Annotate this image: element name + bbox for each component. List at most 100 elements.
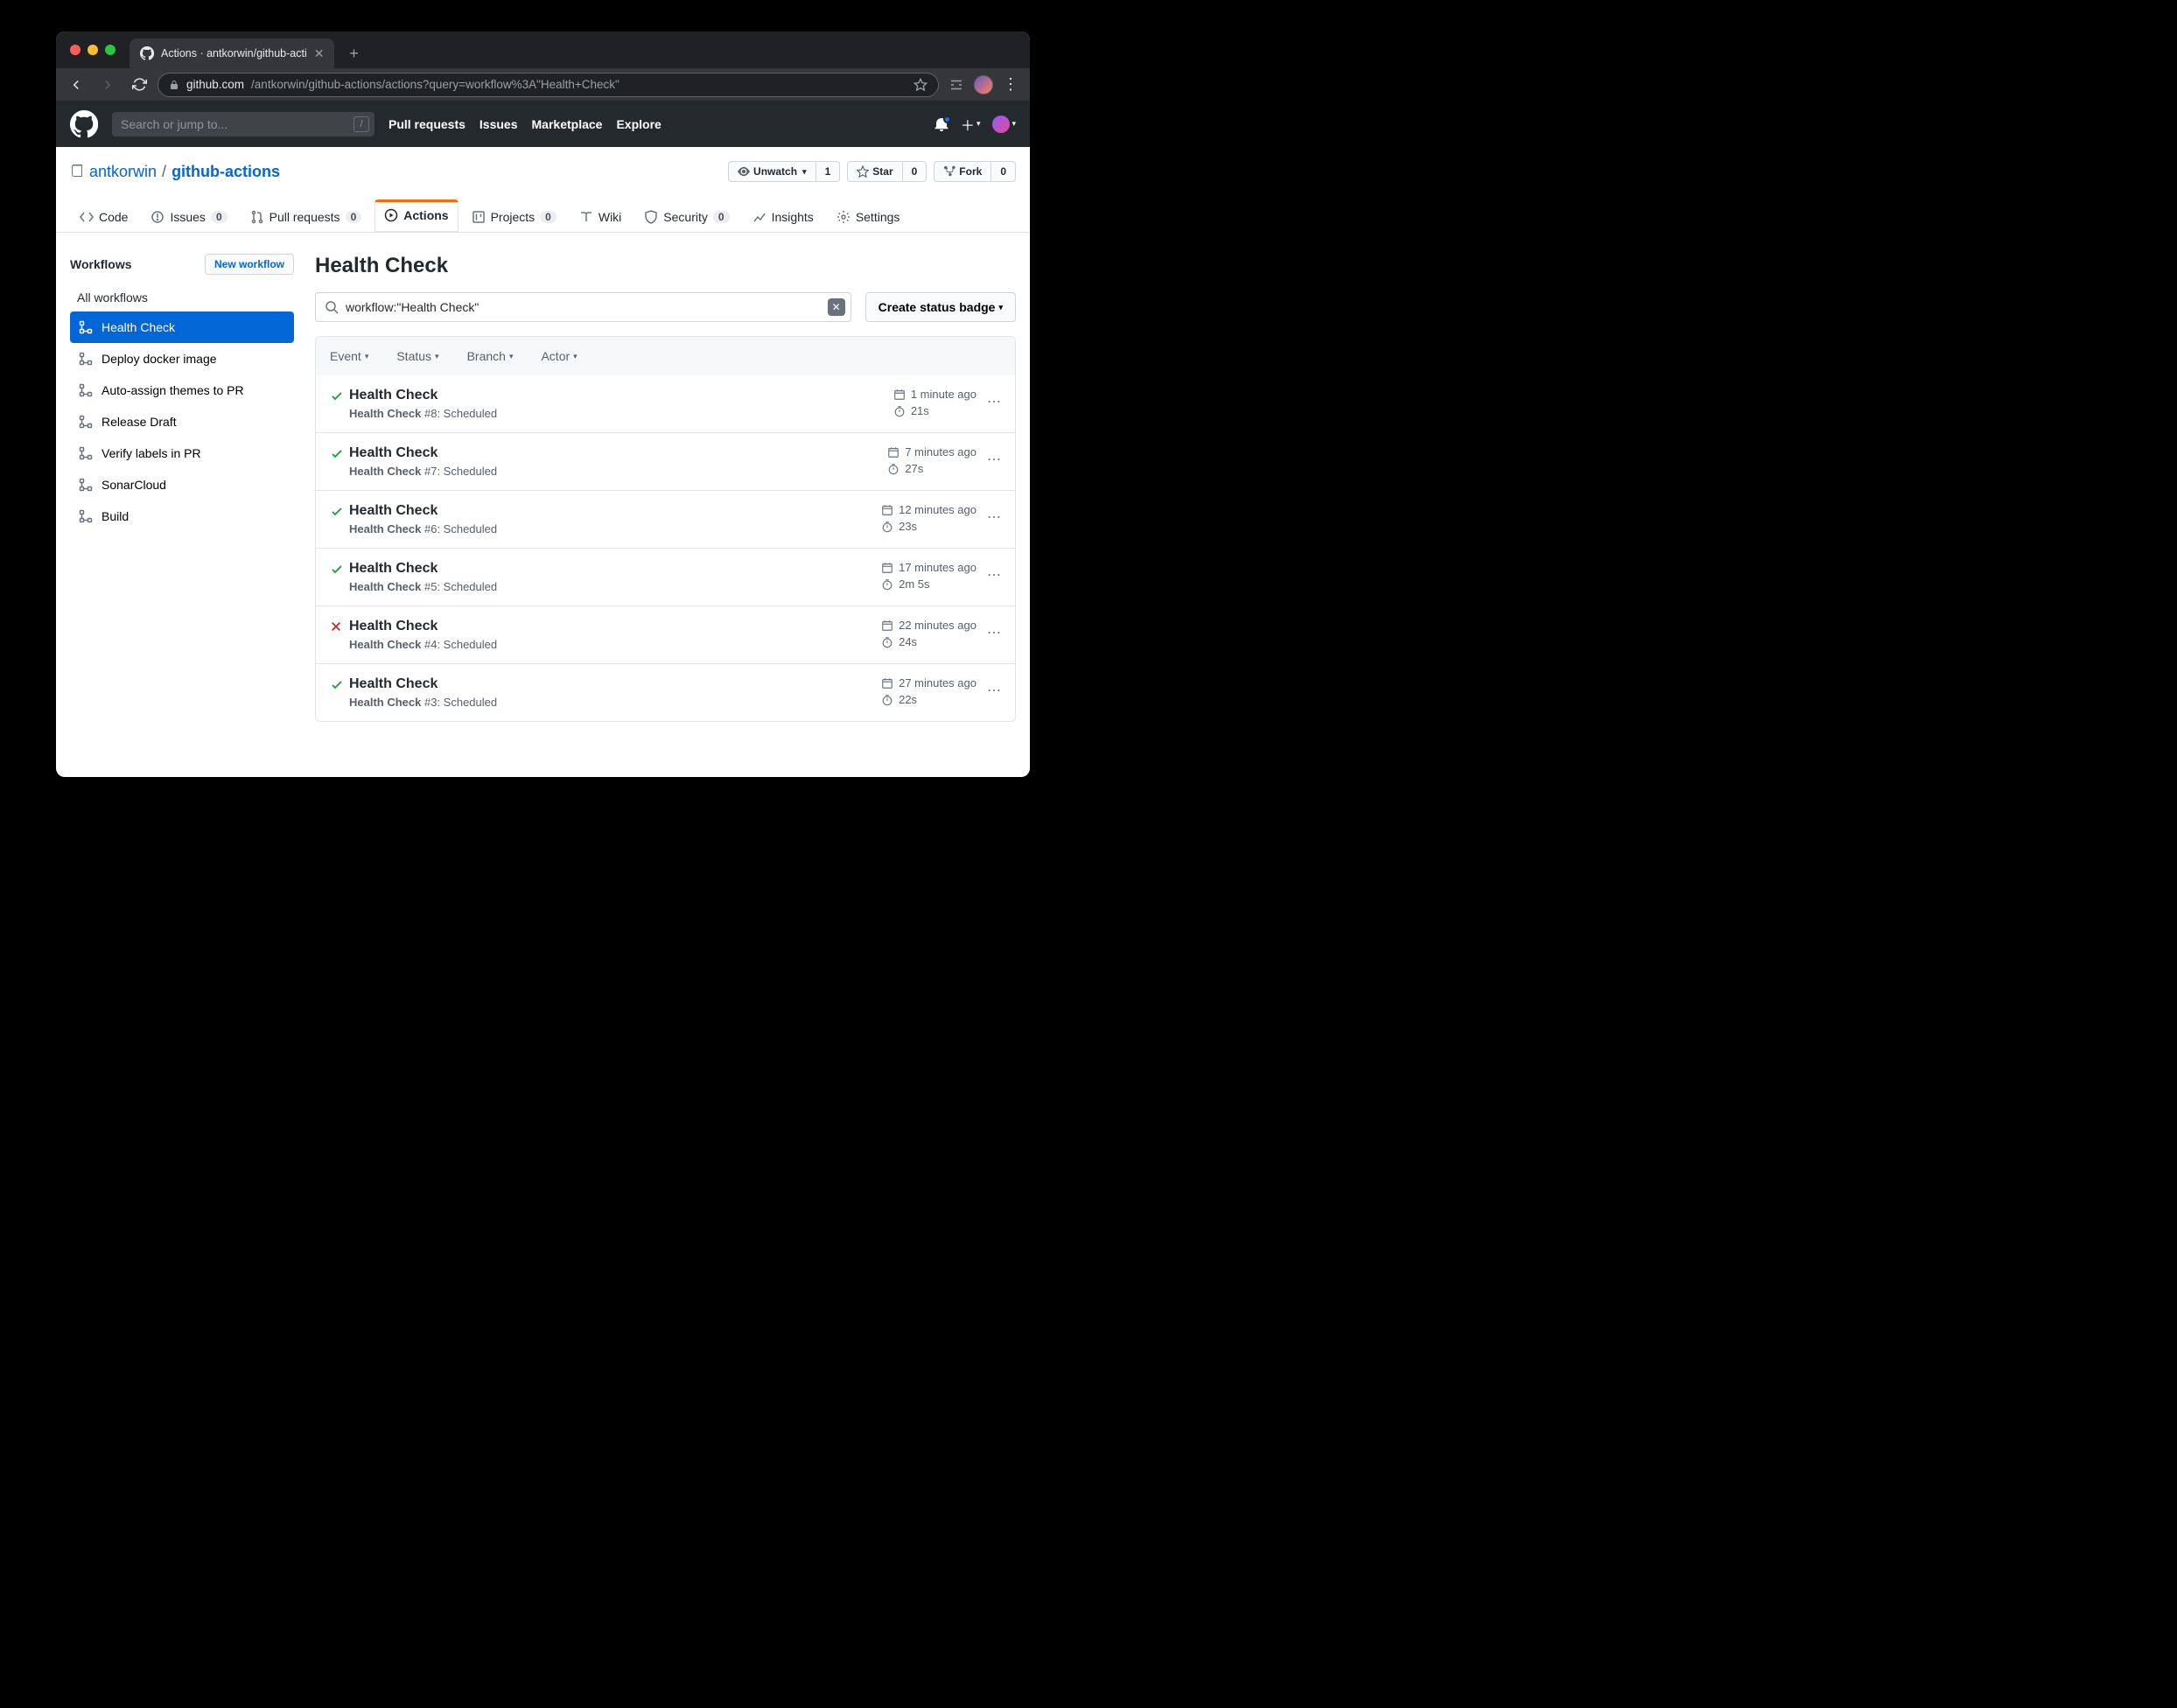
run-meta: 17 minutes ago2m 5s <box>881 561 976 591</box>
sidebar-workflow-item[interactable]: Auto-assign themes to PR <box>70 374 294 406</box>
close-tab-icon[interactable]: ✕ <box>314 46 325 61</box>
tab-settings[interactable]: Settings <box>827 200 910 233</box>
run-title: Health Check <box>349 503 881 519</box>
tab-insights[interactable]: Insights <box>743 200 823 233</box>
workflow-run[interactable]: Health CheckHealth Check #7: Scheduled7 … <box>316 432 1015 490</box>
tab-issues[interactable]: Issues 0 <box>141 200 236 233</box>
browser-tab[interactable]: Actions · antkorwin/github-acti ✕ <box>130 38 334 68</box>
fork-count: 0 <box>991 162 1015 181</box>
security-count: 0 <box>713 211 730 223</box>
nav-marketplace[interactable]: Marketplace <box>532 117 603 131</box>
run-subtitle: Health Check #4: Scheduled <box>349 638 881 651</box>
tab-wiki[interactable]: Wiki <box>570 200 631 233</box>
run-title: Health Check <box>349 619 881 634</box>
workflow-label: Release Draft <box>102 415 177 429</box>
run-duration: 22s <box>899 693 917 706</box>
run-menu-button[interactable]: ⋯ <box>987 676 1001 699</box>
run-menu-button[interactable]: ⋯ <box>987 619 1001 641</box>
failure-icon <box>330 619 349 633</box>
star-button[interactable]: Star 0 <box>847 161 927 182</box>
extensions-icon[interactable] <box>944 77 969 93</box>
tab-actions[interactable]: Actions <box>374 200 458 233</box>
workflow-run[interactable]: Health CheckHealth Check #8: Scheduled1 … <box>316 375 1015 432</box>
new-tab-button[interactable]: + <box>341 41 366 66</box>
workflow-run[interactable]: Health CheckHealth Check #3: Scheduled27… <box>316 663 1015 721</box>
projects-count: 0 <box>540 211 556 223</box>
calendar-icon <box>887 446 900 458</box>
create-status-badge-button[interactable]: Create status badge▾ <box>865 292 1016 322</box>
nav-pullrequests[interactable]: Pull requests <box>388 117 466 131</box>
forward-button[interactable] <box>94 72 121 98</box>
workflow-label: Verify labels in PR <box>102 446 201 460</box>
run-time: 22 minutes ago <box>899 619 976 632</box>
tab-pullrequests[interactable]: Pull requests 0 <box>241 200 372 233</box>
runs-table: Event ▾ Status ▾ Branch ▾ Actor ▾ Health… <box>315 336 1016 722</box>
nav-issues[interactable]: Issues <box>480 117 518 131</box>
workflow-run[interactable]: Health CheckHealth Check #5: Scheduled17… <box>316 548 1015 606</box>
wiki-icon <box>579 210 593 224</box>
repo-owner-link[interactable]: antkorwin <box>89 163 157 181</box>
tab-security[interactable]: Security 0 <box>634 200 738 233</box>
github-favicon <box>140 46 154 60</box>
run-subtitle: Health Check #3: Scheduled <box>349 696 881 709</box>
run-duration: 21s <box>911 404 929 417</box>
create-new-dropdown[interactable]: ＋▾ <box>961 114 981 135</box>
github-logo-icon[interactable] <box>70 110 98 138</box>
global-search-input[interactable]: Search or jump to... / <box>112 112 374 136</box>
tab-code[interactable]: Code <box>70 200 137 233</box>
workflow-run[interactable]: Health CheckHealth Check #6: Scheduled12… <box>316 490 1015 548</box>
issues-count: 0 <box>211 211 228 223</box>
run-duration: 24s <box>899 635 917 648</box>
reload-button[interactable] <box>126 72 152 98</box>
calendar-icon <box>893 388 906 401</box>
run-menu-button[interactable]: ⋯ <box>987 561 1001 584</box>
clear-filter-button[interactable]: ✕ <box>828 298 845 316</box>
sidebar-workflow-item[interactable]: Health Check <box>70 312 294 343</box>
col-status[interactable]: Status ▾ <box>396 349 438 363</box>
sidebar-workflow-item[interactable]: Deploy docker image <box>70 343 294 374</box>
success-icon <box>330 445 349 461</box>
back-button[interactable] <box>63 72 89 98</box>
run-menu-button[interactable]: ⋯ <box>987 388 1001 410</box>
filter-value: workflow:"Health Check" <box>346 300 479 314</box>
run-menu-button[interactable]: ⋯ <box>987 445 1001 468</box>
sidebar-title: Workflows <box>70 257 132 271</box>
user-menu[interactable]: ▾ <box>992 116 1016 133</box>
fork-button[interactable]: Fork 0 <box>934 161 1016 182</box>
run-meta: 1 minute ago 21s <box>893 388 976 417</box>
stopwatch-icon <box>881 636 893 648</box>
browser-menu-icon[interactable]: ⋮ <box>998 75 1023 94</box>
bookmark-icon[interactable] <box>914 78 928 92</box>
sidebar-workflow-item[interactable]: Verify labels in PR <box>70 438 294 469</box>
minimize-window[interactable] <box>88 45 98 55</box>
maximize-window[interactable] <box>105 45 116 55</box>
star-count: 0 <box>903 162 927 181</box>
workflow-label: SonarCloud <box>102 478 166 492</box>
sidebar-workflow-item[interactable]: SonarCloud <box>70 469 294 500</box>
tab-projects[interactable]: Projects 0 <box>462 200 566 233</box>
run-title: Health Check <box>349 561 881 577</box>
col-branch[interactable]: Branch ▾ <box>467 349 514 363</box>
watch-count: 1 <box>816 162 840 181</box>
run-title: Health Check <box>349 388 893 403</box>
workflow-label: Auto-assign themes to PR <box>102 383 244 397</box>
repo-name-link[interactable]: github-actions <box>172 163 280 181</box>
col-actor[interactable]: Actor ▾ <box>541 349 577 363</box>
run-menu-button[interactable]: ⋯ <box>987 503 1001 526</box>
nav-explore[interactable]: Explore <box>616 117 661 131</box>
run-time: 1 minute ago <box>911 388 976 401</box>
all-workflows-link[interactable]: All workflows <box>70 284 294 312</box>
workflow-run[interactable]: Health Check Health Check #4: Scheduled 22… <box>316 606 1015 663</box>
sidebar-workflow-item[interactable]: Release Draft <box>70 406 294 438</box>
profile-avatar[interactable] <box>974 75 993 94</box>
filter-input[interactable]: workflow:"Health Check" ✕ <box>315 292 851 322</box>
stopwatch-icon <box>881 694 893 706</box>
col-event[interactable]: Event ▾ <box>330 349 368 363</box>
notifications-icon[interactable] <box>934 117 948 131</box>
run-meta: 12 minutes ago23s <box>881 503 976 533</box>
new-workflow-button[interactable]: New workflow <box>205 254 294 275</box>
address-input[interactable]: github.com/antkorwin/github-actions/acti… <box>158 73 939 97</box>
sidebar-workflow-item[interactable]: Build <box>70 500 294 532</box>
watch-button[interactable]: Unwatch▾ 1 <box>728 161 840 182</box>
close-window[interactable] <box>70 45 80 55</box>
